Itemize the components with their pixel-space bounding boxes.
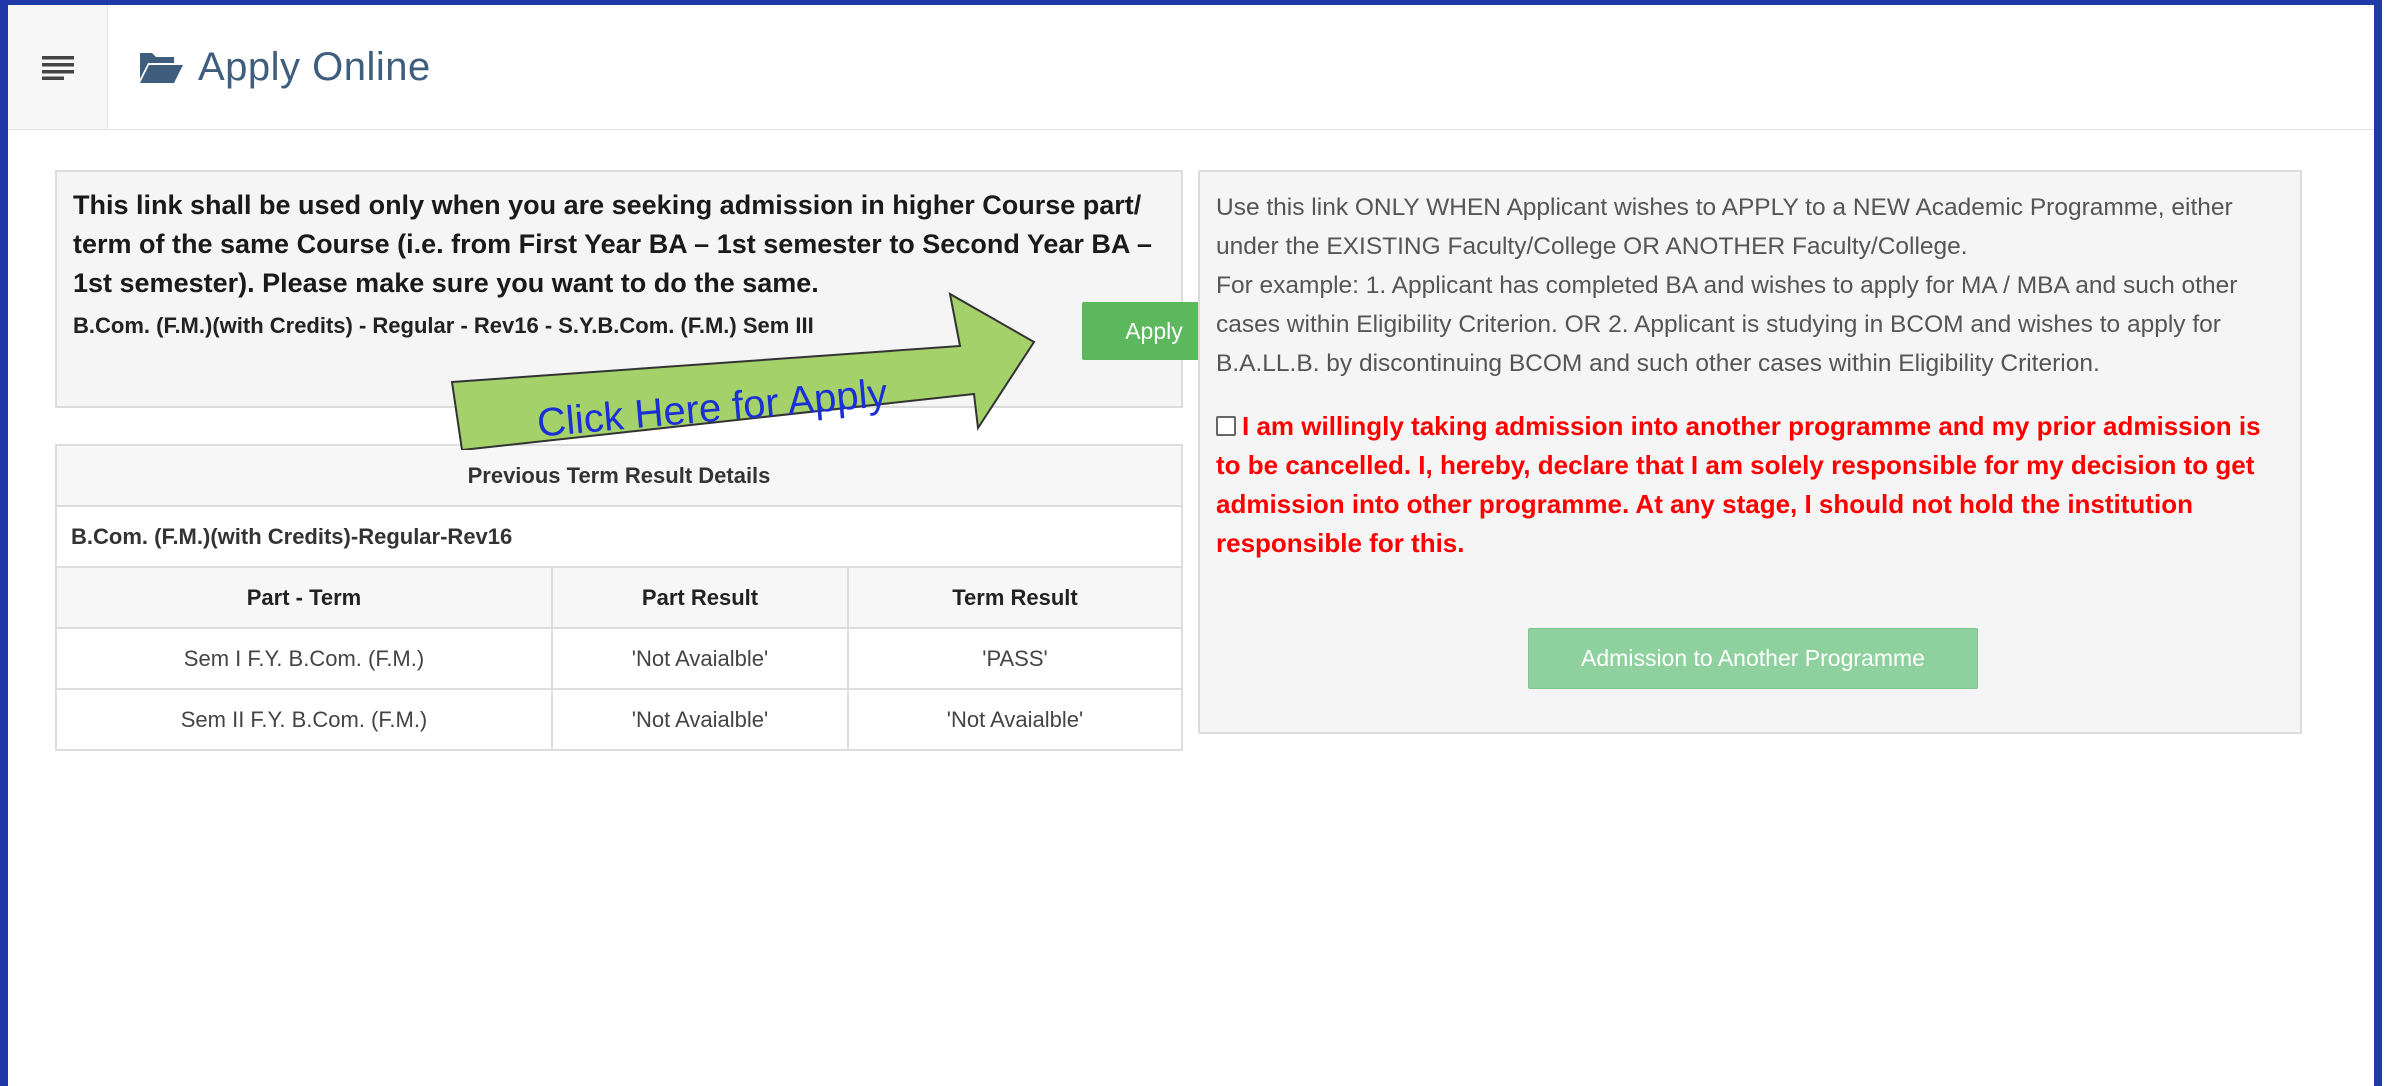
info-line-2: For example: 1. Applicant has completed … [1216, 272, 2238, 377]
folder-open-icon [140, 53, 183, 83]
result-course-name: B.Com. (F.M.)(with Credits)-Regular-Rev1… [55, 505, 1183, 568]
table-row: Sem II F.Y. B.Com. (F.M.) 'Not Avaialble… [55, 688, 1183, 751]
page-title: Apply Online [198, 44, 431, 89]
part-term-cell: Sem II F.Y. B.Com. (F.M.) [55, 688, 553, 751]
table-caption-row: Previous Term Result Details [55, 444, 1183, 507]
part-result-cell: 'Not Avaialble' [551, 688, 849, 751]
column-header-part-result: Part Result [551, 566, 849, 629]
top-bar: Apply Online [8, 5, 2374, 130]
new-programme-info: Use this link ONLY WHEN Applicant wishes… [1216, 188, 2284, 383]
table-row: Sem I F.Y. B.Com. (F.M.) 'Not Avaialble'… [55, 627, 1183, 690]
previous-term-results-table: Previous Term Result Details B.Com. (F.M… [55, 444, 1183, 751]
part-result-cell: 'Not Avaialble' [551, 627, 849, 690]
column-header-part-term: Part - Term [55, 566, 553, 629]
page-title-area: Apply Online [138, 5, 431, 129]
column-header-term-result: Term Result [847, 566, 1183, 629]
declaration-text: I am willingly taking admission into ano… [1216, 411, 2261, 558]
info-line-1: Use this link ONLY WHEN Applicant wishes… [1216, 194, 2233, 260]
table-caption: Previous Term Result Details [55, 444, 1183, 507]
term-result-cell: 'Not Avaialble' [847, 688, 1183, 751]
table-header-row: Part - Term Part Result Term Result [55, 566, 1183, 629]
hamburger-icon [41, 56, 74, 80]
sidebar-toggle-button[interactable] [8, 5, 108, 129]
declaration: I am willingly taking admission into ano… [1216, 407, 2284, 563]
declaration-checkbox[interactable] [1216, 416, 1236, 437]
new-programme-panel: Use this link ONLY WHEN Applicant wishes… [1198, 170, 2302, 734]
same-course-notice: This link shall be used only when you ar… [73, 190, 1152, 298]
term-result-cell: 'PASS' [847, 627, 1183, 690]
click-here-callout-arrow: Click Here for Apply [450, 292, 1036, 450]
admission-to-another-programme-button[interactable]: Admission to Another Programme [1528, 628, 1978, 689]
part-term-cell: Sem I F.Y. B.Com. (F.M.) [55, 627, 553, 690]
table-course-row: B.Com. (F.M.)(with Credits)-Regular-Rev1… [55, 505, 1183, 568]
